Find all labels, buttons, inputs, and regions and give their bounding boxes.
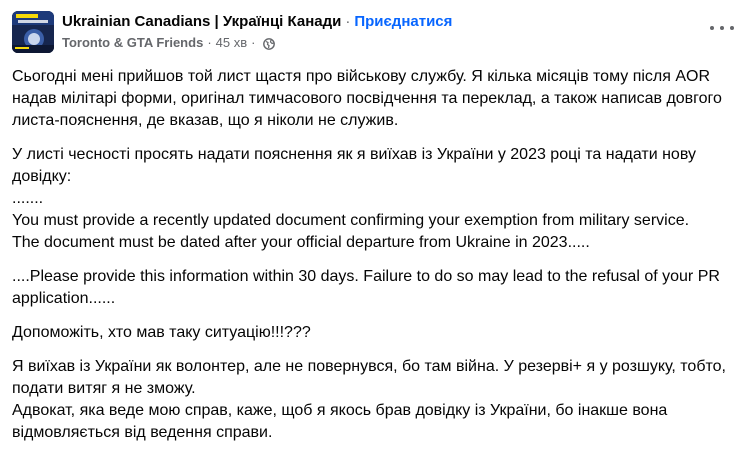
- author-name-link[interactable]: Toronto & GTA Friends: [62, 34, 203, 52]
- post-timestamp-link[interactable]: 45 хв: [216, 34, 247, 52]
- post-paragraph-5: Я виїхав із України як волонтер, але не …: [12, 358, 726, 441]
- post-paragraph-2: У листі чесності просять надати поясненн…: [12, 146, 696, 251]
- more-dot-icon: [720, 26, 724, 30]
- facebook-post: Ukrainian Canadians | Українці Канади · Пр…: [0, 0, 748, 441]
- post-title-row: Ukrainian Canadians | Українці Канади · Пр…: [62, 12, 452, 32]
- group-avatar[interactable]: [12, 11, 54, 53]
- post-paragraph-1: Сьогодні мені прийшов той лист щастя про…: [12, 68, 722, 129]
- post-header: Ukrainian Canadians | Українці Канади · Пр…: [12, 11, 452, 59]
- join-group-link[interactable]: Приєднатися: [354, 13, 452, 30]
- more-dot-icon: [710, 26, 714, 30]
- group-avatar-image: [12, 11, 54, 53]
- title-separator: ·: [345, 13, 351, 30]
- post-paragraph-4: Допоможіть, хто мав таку ситуацію!!!???: [12, 324, 311, 341]
- subtitle-separator: ·: [207, 35, 212, 50]
- more-options-button[interactable]: [710, 20, 734, 36]
- group-name-link[interactable]: Ukrainian Canadians | Українці Канади: [62, 13, 341, 30]
- post-body: Сьогодні мені прийшов той лист щастя про…: [12, 66, 740, 456]
- subtitle-separator-2: ·: [251, 35, 256, 50]
- globe-icon: [263, 37, 276, 50]
- post-paragraph-3: ....Please provide this information with…: [12, 268, 720, 307]
- more-dot-icon: [730, 26, 734, 30]
- post-subtitle-row: Toronto & GTA Friends · 45 хв ·: [62, 34, 452, 52]
